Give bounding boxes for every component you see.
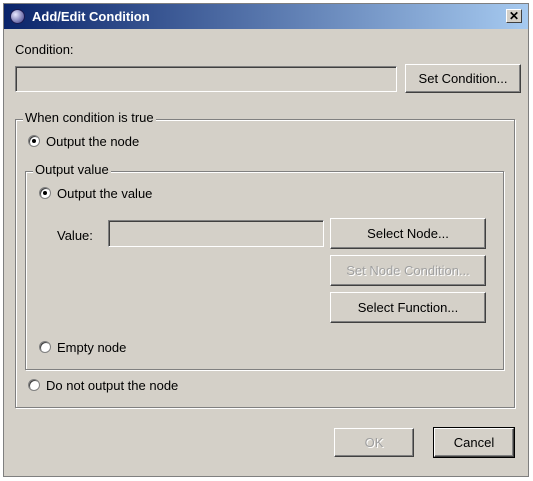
- output-node-radio[interactable]: [28, 135, 40, 147]
- radio-selected-dot: [32, 139, 36, 143]
- close-icon[interactable]: ✕: [506, 9, 522, 23]
- select-node-button[interactable]: Select Node...: [330, 218, 486, 249]
- empty-node-radio[interactable]: [39, 341, 51, 353]
- cancel-button[interactable]: Cancel: [433, 427, 515, 458]
- output-value-legend: Output value: [33, 162, 111, 177]
- output-value-label: Output the value: [57, 186, 153, 201]
- ok-button[interactable]: OK: [334, 428, 414, 457]
- set-node-condition-button[interactable]: Set Node Condition...: [330, 255, 486, 286]
- app-icon: [10, 9, 25, 24]
- title-bar[interactable]: Add/Edit Condition ✕: [4, 4, 528, 29]
- add-edit-condition-dialog: Add/Edit Condition ✕ Condition: Set Cond…: [3, 3, 529, 477]
- condition-field[interactable]: [15, 66, 397, 92]
- when-condition-true-legend: When condition is true: [23, 110, 156, 125]
- dialog-title: Add/Edit Condition: [32, 9, 150, 24]
- select-function-button[interactable]: Select Function...: [330, 292, 486, 323]
- condition-label: Condition:: [15, 42, 74, 57]
- value-field[interactable]: [108, 220, 324, 247]
- output-value-radio[interactable]: [39, 187, 51, 199]
- do-not-output-node-radio[interactable]: [28, 379, 40, 391]
- set-condition-button[interactable]: Set Condition...: [405, 64, 521, 93]
- output-node-label: Output the node: [46, 134, 140, 149]
- do-not-output-node-label: Do not output the node: [46, 378, 179, 393]
- empty-node-label: Empty node: [57, 340, 127, 355]
- radio-selected-dot: [43, 191, 47, 195]
- value-label: Value:: [57, 228, 93, 243]
